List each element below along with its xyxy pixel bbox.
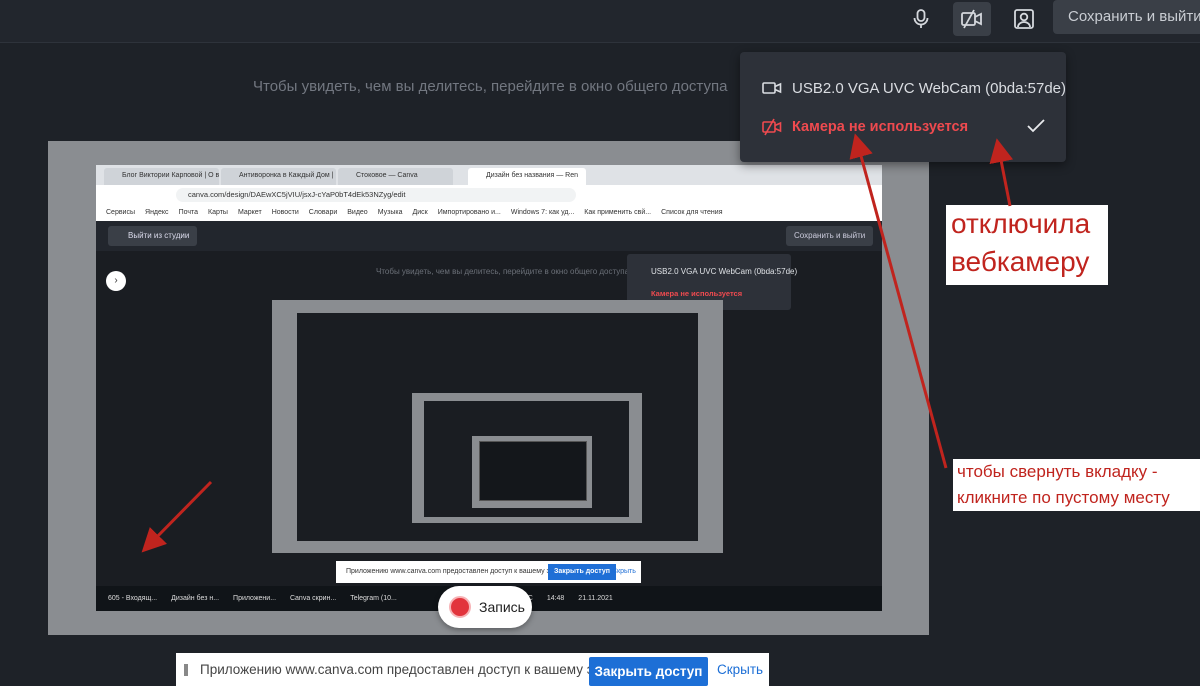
arrow-to-empty-area [141,480,213,553]
arrow-to-camera-menu [849,133,948,469]
arrow-to-camera-off [989,138,1014,207]
annotation-arrows [141,133,1014,553]
